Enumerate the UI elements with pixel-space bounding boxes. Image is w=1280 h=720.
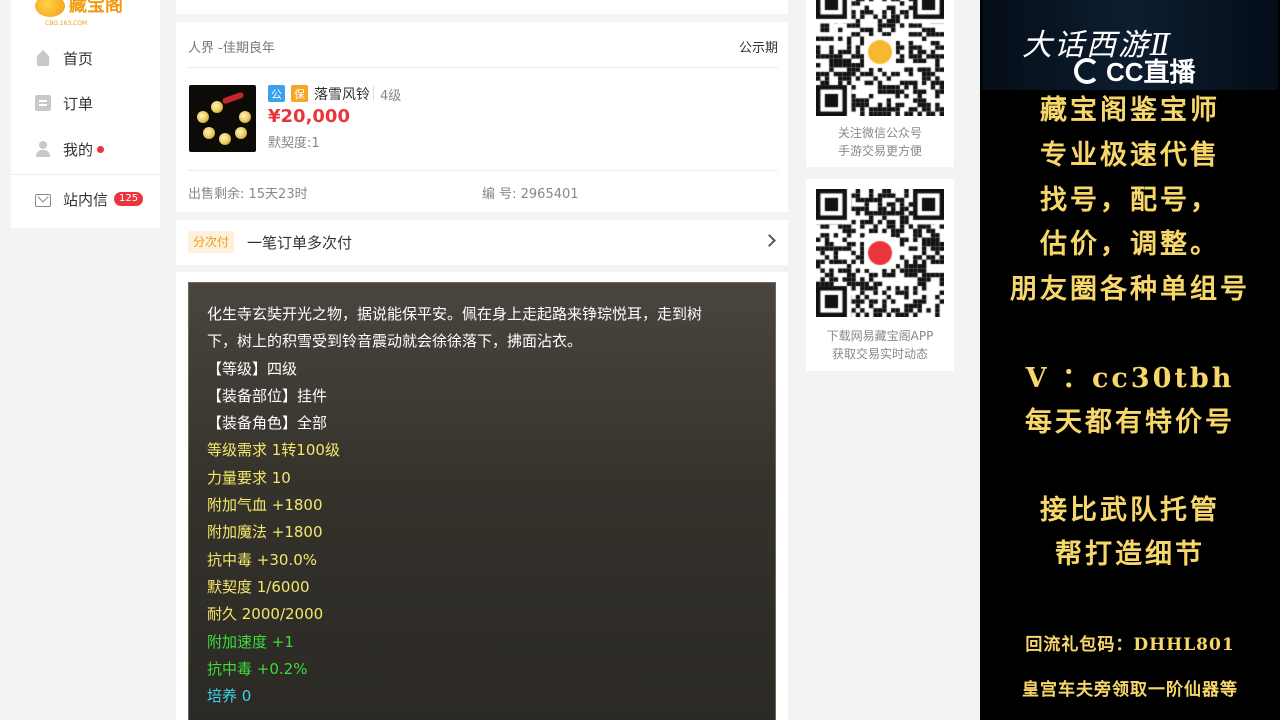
item-level: 4级 [380, 89, 402, 104]
overlay-line: 朋友圈各种单组号 [1010, 274, 1250, 305]
top-card [176, 0, 788, 14]
sidebar-item-messages[interactable]: 站内信 125 [35, 188, 144, 210]
qr-caption: 下载网易藏宝阁APP [826, 329, 934, 343]
description-lines: 化生寺玄奘开光之物，据说能保平安。佩在身上走起路来铮琮悦耳，走到树 下，树上的积雪… [207, 301, 762, 710]
qr-caption: 获取交易实时动态 [831, 347, 928, 361]
unread-count-badge: 125 [114, 192, 144, 206]
wechat-qr-code [816, 0, 944, 116]
overlay-line: 回流礼包码：DHHL801 [1025, 635, 1235, 655]
overlay-line: V ：cc30tbh [1025, 363, 1235, 394]
overlay-line: 专业极速代售 [1040, 140, 1220, 171]
home-icon [35, 50, 51, 66]
bell-bead [203, 127, 215, 139]
bell-bead [239, 111, 251, 123]
separator [373, 86, 374, 101]
chevron-right-icon [763, 234, 776, 247]
cbg-logo[interactable]: 藏宝阁 [35, 0, 123, 20]
description-line: 附加魔法 +1800 [207, 523, 323, 542]
time-remaining: 出售剩余: 15天23时 [188, 187, 308, 202]
status-badge: 公示期 [738, 41, 778, 56]
overlay-line: 接比武队托管 [1040, 495, 1220, 526]
bell-bead [211, 101, 223, 113]
logo-subtext: CBG.163.COM [45, 20, 88, 27]
cc-live-logo: CC直播 [1074, 52, 1196, 89]
notification-dot [97, 145, 105, 153]
app-qr-code [816, 189, 944, 317]
description-line: 默契度 1/6000 [207, 577, 310, 596]
sidebar-divider [11, 174, 160, 175]
description-line: 等级需求 1转100级 [207, 441, 340, 460]
ribbon-decoration [221, 91, 245, 105]
description-line: 抗中毒 +0.2% [207, 659, 308, 678]
sidebar-item-mine[interactable]: 我的 [35, 138, 105, 160]
item-card: 人界 -佳期良年 公示期 公 保 落雪风铃 4级 ¥20,000 默契度:1 出… [176, 22, 788, 212]
description-card: 化生寺玄奘开光之物，据说能保平安。佩在身上走起路来铮琮悦耳，走到树 下，树上的积雪… [176, 272, 788, 720]
user-icon [35, 141, 51, 157]
treasure-icon [35, 0, 65, 17]
description-line: 附加速度 +1 [207, 632, 294, 651]
description-line: 【等级】四级 [207, 359, 298, 378]
bell-bead [235, 127, 247, 139]
cc-logo-icon [1074, 57, 1100, 84]
overlay-line: 估价，调整。 [1040, 229, 1220, 260]
qr-caption: 手游交易更方便 [837, 144, 922, 158]
description-line: 化生寺玄奘开光之物，据说能保平安。佩在身上走起路来铮琮悦耳，走到树 [207, 305, 703, 323]
installment-payment-row[interactable]: 分次付 一笔订单多次付 [176, 220, 788, 265]
bell-bead [219, 133, 231, 145]
order-icon [35, 95, 51, 111]
overlay-line: 每天都有特价号 [1025, 407, 1235, 438]
installment-text: 一笔订单多次付 [247, 234, 353, 252]
game-logo: 大话西游Ⅱ CC直播 [982, 0, 1278, 90]
sidebar-item-label: 订单 [63, 94, 94, 113]
item-description-panel: 化生寺玄奘开光之物，据说能保平安。佩在身上走起路来铮琮悦耳，走到树 下，树上的积雪… [188, 282, 776, 720]
stream-overlay: 大话西游Ⅱ CC直播 藏宝阁鉴宝师 专业极速代售 找号，配号， 估价，调整。 朋… [980, 0, 1280, 720]
overlay-line: 找号，配号， [1040, 185, 1220, 216]
description-line: 培养 0 [207, 687, 252, 706]
description-line: 抗中毒 +30.0% [207, 550, 317, 569]
qr-caption: 关注微信公众号 [837, 126, 922, 140]
overlay-line: 帮打造细节 [1055, 539, 1205, 570]
sidebar-item-label: 站内信 [63, 190, 109, 209]
item-price: ¥20,000 [268, 106, 350, 127]
sidebar-item-label: 我的 [63, 140, 94, 159]
sidebar-item-home[interactable]: 首页 [35, 47, 93, 69]
divider [188, 67, 778, 68]
sidebar-item-orders[interactable]: 订单 [35, 92, 93, 114]
wechat-qr-card: 关注微信公众号 手游交易更方便 [806, 0, 954, 167]
serial-number: 编 号: 2965401 [482, 187, 579, 202]
sidebar-item-label: 首页 [63, 49, 94, 68]
overlay-line: 藏宝阁鉴宝师 [1040, 95, 1220, 126]
cc-logo-text: CC直播 [1106, 57, 1196, 87]
guarantee-tag: 保 [291, 85, 308, 102]
divider [188, 170, 778, 171]
overlay-line: 皇宫车夫旁领取一阶仙器等 [1022, 680, 1238, 700]
bell-bead [197, 111, 209, 123]
description-line: 【装备角色】全部 [207, 414, 328, 433]
app-qr-card: 下载网易藏宝阁APP 获取交易实时动态 [806, 179, 954, 371]
description-line: 附加气血 +1800 [207, 496, 323, 515]
description-line: 下，树上的积雪受到铃音震动就会徐徐落下，拂面沾衣。 [207, 332, 583, 351]
installment-tag: 分次付 [188, 231, 235, 253]
public-tag: 公 [268, 85, 285, 102]
sidebar: 藏宝阁 CBG.163.COM 首页 订单 我的 站内信 125 [11, 0, 160, 228]
description-line: 力量要求 10 [207, 468, 291, 487]
item-thumbnail[interactable] [189, 85, 256, 152]
description-line: 【装备部位】挂件 [207, 386, 328, 405]
item-name: 落雪风铃 [314, 87, 370, 103]
logo-text: 藏宝阁 [69, 0, 123, 16]
item-affinity: 默契度:1 [268, 136, 320, 151]
mail-icon [35, 193, 51, 207]
description-line: 耐久 2000/2000 [207, 605, 324, 624]
server-breadcrumb: 人界 -佳期良年 [188, 41, 275, 56]
